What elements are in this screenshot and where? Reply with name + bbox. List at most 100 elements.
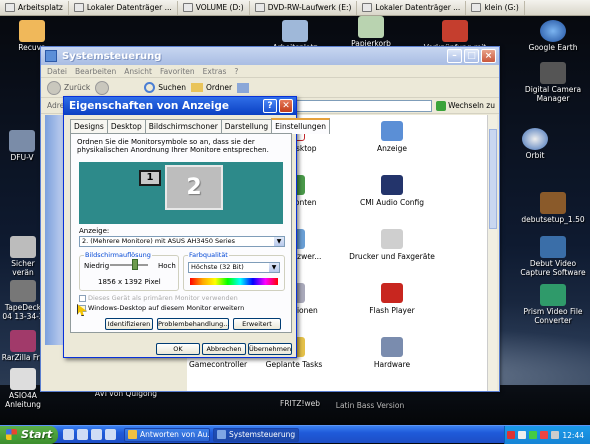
start-button[interactable]: Start [0, 425, 58, 444]
menu-ansicht[interactable]: Ansicht [124, 67, 152, 76]
menu-extras[interactable]: Extras [203, 67, 227, 76]
dvd-icon [254, 3, 265, 12]
tray-app-icon[interactable] [518, 431, 527, 439]
desktop-icon-prism[interactable]: Prism Video File Converter [516, 284, 590, 325]
quicklaunch-browser-icon[interactable] [63, 429, 74, 440]
menu-datei[interactable]: Datei [47, 67, 67, 76]
display-select[interactable]: 2. (Mehrere Monitore) mit ASUS AH3450 Se… [79, 236, 285, 247]
quicklaunch-media-icon[interactable] [91, 429, 102, 440]
color-spectrum-bar [190, 278, 278, 285]
desktop-icon-debutsetup[interactable]: debutsetup_1.50 [516, 192, 590, 225]
cp-item-label: Gamecontroller [188, 360, 248, 369]
views-button[interactable] [237, 82, 250, 93]
forward-button[interactable] [95, 80, 110, 95]
primary-monitor-checkbox[interactable]: Dieses Gerät als primären Monitor verwen… [79, 294, 238, 302]
taskbar-button-antworten[interactable]: Antworten von Au... [124, 427, 210, 442]
drive-e[interactable]: DVD-RW-Laufwerk (E:) [250, 0, 358, 15]
desktop-icon-digital-camera[interactable]: Digital Camera Manager [516, 62, 590, 103]
apply-button[interactable]: Übernehmen [248, 343, 292, 355]
search-label: Suchen [158, 83, 186, 92]
tab-einstellungen[interactable]: Einstellungen [271, 118, 330, 134]
monitor-arrangement: 1 2 [79, 162, 283, 224]
camera-icon [540, 62, 566, 84]
arrangement-description: Ordnen Sie die Monitorsymbole so an, das… [77, 138, 269, 155]
slider-handle[interactable] [132, 259, 138, 270]
computer-icon [5, 3, 15, 12]
desktop-icon-orbit[interactable]: Orbit [498, 128, 572, 161]
dialog-titlebar[interactable]: Eigenschaften von Anzeige [64, 97, 296, 115]
maximize-button[interactable]: □ [464, 49, 479, 63]
close-button[interactable]: × [481, 49, 496, 63]
desktop-icon-debut-video[interactable]: Debut Video Capture Software [516, 236, 590, 277]
advanced-button[interactable]: Erweitert [233, 318, 281, 330]
help-button[interactable]: ? [263, 99, 277, 113]
cp-item-anzeige[interactable]: Anzeige [347, 121, 437, 153]
clock[interactable]: 12:44 [562, 431, 584, 440]
browser-icon [128, 430, 137, 439]
video-capture-icon [540, 236, 566, 258]
drive-f[interactable]: Lokaler Datenträger ... [357, 0, 467, 15]
vertical-scrollbar[interactable] [487, 115, 497, 391]
extend-desktop-checkbox[interactable]: Windows-Desktop auf diesem Monitor erwei… [79, 304, 244, 312]
scroll-thumb[interactable] [489, 129, 497, 229]
folder-icon [190, 83, 203, 92]
desktop-icon-latin[interactable]: Latin Bass Version [330, 401, 410, 411]
cp-item-drucker[interactable]: Drucker und Faxgeräte [347, 229, 437, 261]
desktop-icon-google-earth[interactable]: Google Earth [516, 20, 590, 53]
window-title: Systemsteuerung [62, 50, 162, 62]
folders-button[interactable]: Ordner [190, 83, 233, 92]
shortcut-icon [442, 20, 468, 42]
cp-item-cmi-audio[interactable]: CMI Audio Config [347, 175, 437, 207]
menu-help[interactable]: ? [234, 67, 238, 76]
tray-network-icon[interactable] [529, 431, 538, 439]
identify-button[interactable]: Identifizieren [105, 318, 153, 330]
quicklaunch-desktop-icon[interactable] [77, 429, 88, 440]
checkbox-label: Windows-Desktop auf diesem Monitor erwei… [88, 304, 245, 312]
cp-item-flash[interactable]: Flash Player [347, 283, 437, 315]
window-titlebar[interactable]: Systemsteuerung [41, 47, 499, 65]
drive-d[interactable]: VOLUME (D:) [178, 0, 250, 15]
resolution-slider[interactable] [110, 259, 148, 270]
toolbar: Zurück Suchen Ordner [41, 78, 499, 98]
search-icon [144, 82, 156, 93]
cp-item-label: Geplante Tasks [265, 360, 323, 369]
close-button[interactable]: ✕ [279, 99, 293, 113]
prism-icon [540, 284, 566, 306]
taskbar-button-systemsteuerung[interactable]: Systemsteuerung [213, 427, 299, 442]
ok-button[interactable]: OK [156, 343, 200, 355]
tray-volume-icon[interactable] [551, 431, 560, 439]
menu-bearbeiten[interactable]: Bearbeiten [75, 67, 116, 76]
top-drive-bar: Arbeitsplatz Lokaler Datenträger ... VOL… [0, 0, 590, 16]
icon-label: Orbit [525, 151, 545, 160]
cancel-button[interactable]: Abbrechen [202, 343, 246, 355]
drive-arbeitsplatz[interactable]: Arbeitsplatz [0, 0, 69, 15]
desktop-icon-dfu[interactable]: DFU-V [0, 130, 44, 163]
color-quality-select[interactable]: Höchste (32 Bit) ▼ [188, 262, 280, 273]
drive-c[interactable]: Lokaler Datenträger ... [69, 0, 178, 15]
cp-item-hardware[interactable]: Hardware [347, 337, 437, 369]
search-button[interactable]: Suchen [144, 82, 186, 93]
go-button[interactable]: Wechseln zu [436, 100, 495, 111]
minimize-button[interactable]: – [447, 49, 462, 63]
back-button[interactable]: Zurück [47, 80, 91, 95]
tray-antivir-icon[interactable] [507, 431, 516, 439]
cp-item-label: CMI Audio Config [359, 198, 425, 207]
back-label: Zurück [64, 83, 91, 92]
monitor-2-icon[interactable]: 2 [165, 165, 223, 210]
resolution-group-label: Bildschirmauflösung [84, 251, 152, 259]
desktop-icon-fritz[interactable]: FRITZ!web [270, 399, 330, 409]
quicklaunch-explorer-icon[interactable] [105, 429, 116, 440]
drive-g[interactable]: klein (G:) [466, 0, 525, 15]
display-label: Anzeige: [79, 227, 110, 235]
desktop-icon-papierkorb[interactable]: Papierkorb [334, 16, 408, 49]
tray-security-icon[interactable] [540, 431, 549, 439]
folders-label: Ordner [205, 83, 233, 92]
display-select-value: 2. (Mehrere Monitore) mit ASUS AH3450 Se… [82, 237, 236, 245]
menu-favoriten[interactable]: Favoriten [160, 67, 195, 76]
resolution-value: 1856 x 1392 Pixel [98, 278, 161, 286]
icon-label: DFU-V [10, 153, 34, 162]
dialog-controls: ? ✕ [263, 99, 293, 113]
icon-label: RarZilla Fre [1, 353, 45, 362]
troubleshoot-button[interactable]: Problembehandlung... [157, 318, 229, 330]
monitor-1-icon[interactable]: 1 [139, 170, 161, 186]
